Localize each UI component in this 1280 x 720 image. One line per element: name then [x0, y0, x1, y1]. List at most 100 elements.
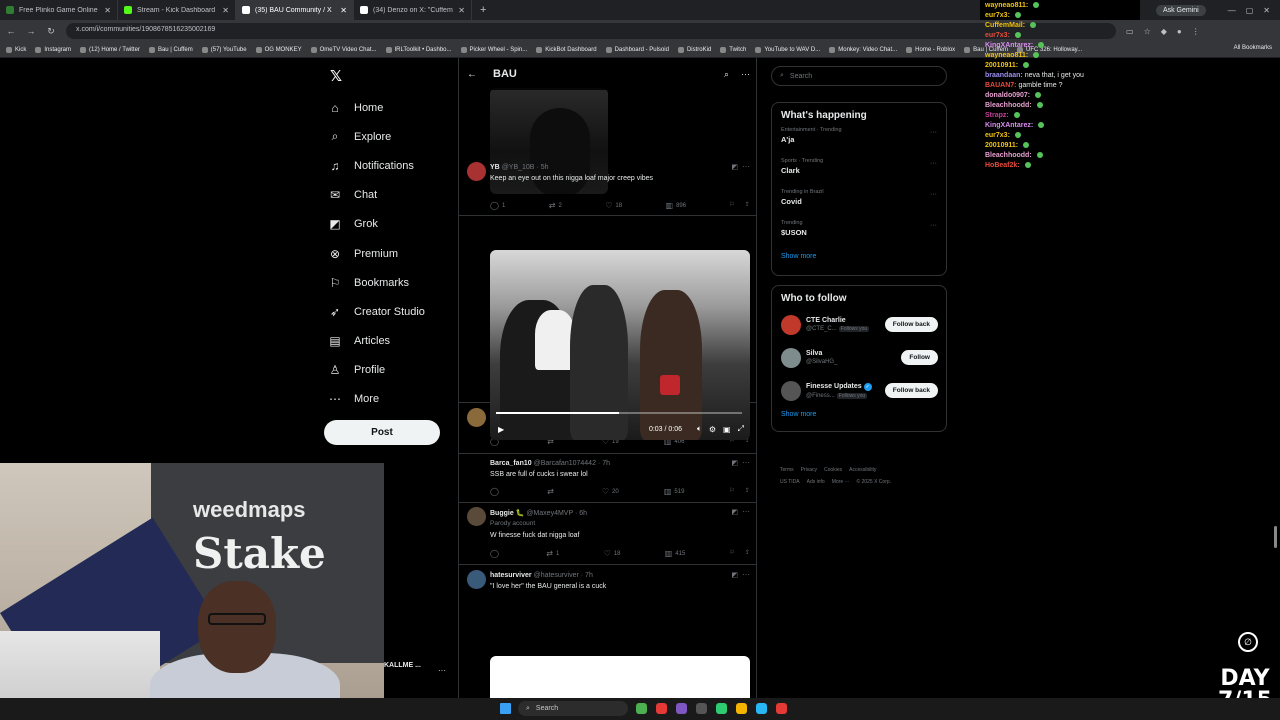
- forward-icon[interactable]: →: [26, 26, 36, 36]
- chat-username[interactable]: KingXAntarez:: [985, 122, 1033, 129]
- bookmark-item[interactable]: Home - Roblox: [906, 46, 955, 53]
- tab-close-icon[interactable]: ✕: [104, 6, 111, 15]
- folder-icon[interactable]: [736, 703, 747, 714]
- reply-button[interactable]: ◯: [490, 549, 502, 558]
- footer-link[interactable]: Accessibility: [849, 467, 876, 473]
- video-progress-bar[interactable]: [496, 412, 742, 414]
- menu-icon[interactable]: ⋮: [1192, 27, 1200, 36]
- repost-button[interactable]: ⇄ 2: [549, 201, 562, 210]
- bookmark-item[interactable]: DistroKid: [677, 46, 711, 53]
- chat-username[interactable]: CuffemMail:: [985, 22, 1025, 29]
- pip-icon[interactable]: ▣: [723, 425, 731, 434]
- avatar[interactable]: [467, 408, 486, 427]
- follow-button[interactable]: Follow back: [884, 317, 938, 332]
- telegram-icon[interactable]: [756, 703, 767, 714]
- tweet-more-icon[interactable]: ···: [742, 162, 750, 171]
- ask-gemini-button[interactable]: Ask Gemini: [1155, 4, 1206, 16]
- bookmark-item[interactable]: OmeTV Video Chat...: [310, 46, 377, 53]
- avatar[interactable]: [781, 347, 801, 368]
- discord-icon[interactable]: [676, 703, 687, 714]
- app-icon[interactable]: [716, 703, 727, 714]
- chat-username[interactable]: braandaan:: [985, 72, 1023, 79]
- tweet-handle[interactable]: @hatesurviver · 7h: [534, 572, 593, 579]
- app-icon[interactable]: [636, 703, 647, 714]
- avatar[interactable]: [467, 507, 486, 526]
- chat-username[interactable]: wayneao811:: [985, 52, 1028, 59]
- avatar[interactable]: [467, 458, 486, 477]
- tab-close-icon[interactable]: ✕: [222, 6, 229, 15]
- tweet-video[interactable]: ▶ 0:03 / 0:06 🔈︎ ⚙ ▣ ⤢: [490, 250, 750, 440]
- account-more-icon[interactable]: ···: [438, 666, 446, 675]
- like-button[interactable]: ♡ 20: [602, 487, 619, 496]
- nav-item-notifications[interactable]: ♫ Notifications: [328, 151, 425, 180]
- trend-more-icon[interactable]: ···: [930, 129, 937, 136]
- footer-link[interactable]: Terms: [780, 467, 794, 473]
- views-button[interactable]: ▥ 519: [664, 487, 685, 496]
- follow-button[interactable]: Follow back: [884, 383, 938, 398]
- reply-button[interactable]: ◯ 1: [490, 201, 505, 210]
- tweet-handle[interactable]: @Maxey4MVP · 6h: [526, 510, 587, 517]
- nav-item-profile[interactable]: ♙ Profile: [328, 356, 425, 385]
- trend-more-icon[interactable]: ···: [930, 191, 937, 198]
- taskbar-search[interactable]: ⌕ Search: [518, 701, 628, 716]
- chat-username[interactable]: eur7x3:: [985, 32, 1010, 39]
- trend-more-icon[interactable]: ···: [930, 160, 937, 167]
- follow-suggestion[interactable]: Silva @SilvaHG_ Follow: [772, 341, 946, 374]
- chat-username[interactable]: KingXAntarez:: [985, 42, 1033, 49]
- avatar[interactable]: [467, 162, 486, 181]
- tweet-image[interactable]: [490, 656, 750, 698]
- chrome-icon[interactable]: [776, 703, 787, 714]
- chat-username[interactable]: Strapz:: [985, 112, 1009, 119]
- tweet-more-icon[interactable]: ···: [742, 570, 750, 579]
- follow-suggestion[interactable]: CTE Charlie @CTE_C... Follows you Follow ba…: [772, 308, 946, 341]
- grok-icon[interactable]: ◩: [731, 571, 738, 579]
- trend-item[interactable]: Entertainment · Trending A'ja ···: [772, 125, 946, 156]
- bookmark-item[interactable]: Dashboard - Pulsoid: [605, 46, 669, 53]
- tweet-handle[interactable]: @YB_10B · 5h: [502, 164, 549, 171]
- x-logo-icon[interactable]: 𝕏: [330, 67, 342, 85]
- show-more-link[interactable]: Show more: [772, 407, 946, 426]
- chat-username[interactable]: wayneao811:: [985, 2, 1028, 9]
- bookmark-item[interactable]: Monkey: Video Chat...: [829, 46, 897, 53]
- account-name[interactable]: KALLME ...: [384, 662, 421, 669]
- bookmark-icon[interactable]: ⚐: [730, 487, 735, 496]
- trend-item[interactable]: Trending $USON ···: [772, 218, 946, 249]
- avatar[interactable]: [781, 314, 801, 335]
- fullscreen-icon[interactable]: ⤢: [738, 424, 744, 434]
- bookmark-item[interactable]: (57) YouTube: [201, 46, 247, 53]
- footer-link[interactable]: More ···: [832, 479, 850, 485]
- bookmark-item[interactable]: IRLToolkit • Dashbo...: [385, 46, 452, 53]
- repost-button[interactable]: ⇄: [547, 487, 557, 496]
- minimize-icon[interactable]: —: [1228, 6, 1236, 15]
- nav-item-articles[interactable]: ▤ Articles: [328, 327, 425, 356]
- more-icon[interactable]: ···: [741, 69, 750, 79]
- bookmark-item[interactable]: (12) Home / Twitter: [80, 46, 140, 53]
- trend-more-icon[interactable]: ···: [930, 222, 937, 229]
- views-button[interactable]: ▥ 415: [665, 549, 686, 558]
- new-tab-icon[interactable]: +: [472, 4, 494, 16]
- share-icon[interactable]: ⇪: [745, 549, 750, 558]
- footer-link[interactable]: Privacy: [801, 467, 817, 473]
- tweet-author[interactable]: Buggie 🐛: [490, 510, 524, 517]
- share-icon[interactable]: ⇪: [745, 487, 750, 496]
- windows-start-icon[interactable]: [500, 703, 511, 714]
- post-button[interactable]: Post: [324, 420, 440, 445]
- bookmark-item[interactable]: Twitch: [720, 46, 746, 53]
- bookmark-item[interactable]: OG MONKEY: [255, 46, 302, 53]
- extension-icon[interactable]: ◆: [1161, 27, 1167, 36]
- reload-icon[interactable]: ↻: [46, 26, 56, 37]
- avatar[interactable]: [467, 570, 486, 589]
- maximize-icon[interactable]: ▢: [1246, 6, 1254, 15]
- views-button[interactable]: ▥ 896: [666, 201, 687, 210]
- bookmark-item[interactable]: Picker Wheel - Spin...: [460, 46, 527, 53]
- footer-link[interactable]: US TIDA: [780, 479, 800, 485]
- follow-suggestion[interactable]: Finesse Updates ✓ @Finess... Follows you Fol…: [772, 374, 946, 407]
- search-input[interactable]: ⌕ Search: [771, 66, 947, 86]
- chat-username[interactable]: donaldo0907:: [985, 92, 1030, 99]
- tweet-more-icon[interactable]: ···: [742, 507, 750, 516]
- bookmark-item[interactable]: Kick: [6, 46, 26, 53]
- url-input[interactable]: x.com/i/communities/1908678516235002169: [66, 23, 1116, 39]
- show-more-link[interactable]: Show more: [772, 249, 946, 268]
- nav-item-more[interactable]: ⋯ More: [328, 385, 425, 414]
- tab-close-icon[interactable]: ✕: [340, 6, 347, 15]
